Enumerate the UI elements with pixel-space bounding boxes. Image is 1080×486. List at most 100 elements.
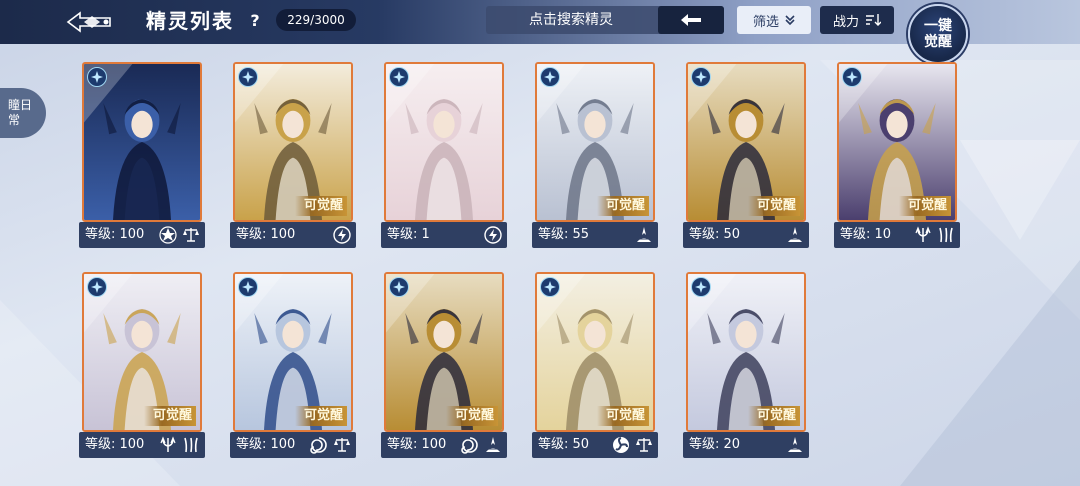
card-footer: 等级: 50 <box>683 222 809 248</box>
back-button[interactable] <box>64 6 114 38</box>
one-key-awaken-button[interactable]: 一键 觉醒 <box>908 4 968 64</box>
spirit-card[interactable]: 可觉醒 等级: 50 <box>683 62 809 248</box>
spirit-card[interactable]: 可觉醒等级: 100 <box>230 62 356 248</box>
left-arrow-icon <box>681 14 701 26</box>
trident-icon <box>915 226 931 242</box>
awaken-available-tag: 可觉醒 <box>748 406 800 426</box>
element-badge-icon <box>691 67 711 87</box>
lightning-icon <box>333 226 351 244</box>
spirit-card[interactable]: 可觉醒等级: 100 <box>230 272 356 458</box>
scales-icon <box>334 438 350 452</box>
search-bar[interactable]: 点击搜索精灵 <box>486 6 724 34</box>
filter-button[interactable]: 筛选 <box>737 6 811 34</box>
element-badge-icon <box>540 67 560 87</box>
spirit-card[interactable]: 可觉醒 等级: 20 <box>683 272 809 458</box>
light-spire-icon <box>486 437 500 452</box>
spirit-portrait: 可觉醒 <box>233 62 353 222</box>
level-label: 等级: 55 <box>538 227 590 242</box>
back-arrow-icon <box>66 11 111 33</box>
awaken-available-tag: 可觉醒 <box>295 196 347 216</box>
card-footer: 等级: 20 <box>683 432 809 458</box>
card-footer: 等级: 100 <box>381 432 507 458</box>
card-footer: 等级: 1 <box>381 222 507 248</box>
filter-label: 筛选 <box>752 14 779 30</box>
spirit-portrait: 可觉醒 <box>686 62 806 222</box>
element-badge-icon <box>87 277 107 297</box>
level-label: 等级: 50 <box>538 437 590 452</box>
card-footer: 等级: 100 <box>79 222 205 248</box>
card-footer: 等级: 10 <box>834 222 960 248</box>
scales-icon <box>636 438 652 452</box>
element-badge-icon <box>87 67 107 87</box>
spirit-card[interactable]: 等级: 100 <box>79 62 205 248</box>
element-badge-icon <box>389 277 409 297</box>
awaken-available-tag: 可觉醒 <box>446 406 498 426</box>
spirit-card[interactable]: 可觉醒等级: 100 <box>79 272 205 458</box>
spirit-card[interactable]: 可觉醒等级: 100 <box>381 272 507 458</box>
sort-power-button[interactable]: 战力 <box>820 6 894 34</box>
trident-icon <box>160 436 176 452</box>
spiral-icon <box>310 437 327 454</box>
side-tab-line2: 常 <box>8 113 21 127</box>
level-label: 等级: 50 <box>689 227 741 242</box>
spirit-portrait: 可觉醒 <box>233 272 353 432</box>
element-badge-icon <box>238 277 258 297</box>
awaken-all-line2: 觉醒 <box>924 34 952 50</box>
level-label: 等级: 20 <box>689 437 741 452</box>
element-badge-icon <box>842 67 862 87</box>
triskele-icon <box>613 437 629 453</box>
search-input[interactable]: 点击搜索精灵 <box>486 6 656 34</box>
level-label: 等级: 1 <box>387 227 430 242</box>
light-spire-icon <box>788 227 802 242</box>
lightning-icon <box>484 226 502 244</box>
element-badge-icon <box>540 277 560 297</box>
spirit-card[interactable]: 等级: 1 <box>381 62 507 248</box>
level-label: 等级: 100 <box>236 437 296 452</box>
side-tab-line1: 瞳日 <box>8 98 33 112</box>
element-badge-icon <box>238 67 258 87</box>
awaken-available-tag: 可觉醒 <box>899 196 951 216</box>
element-badge-icon <box>389 67 409 87</box>
card-footer: 等级: 55 <box>532 222 658 248</box>
card-footer: 等级: 100 <box>230 222 356 248</box>
element-badge-icon <box>691 277 711 297</box>
level-label: 等级: 10 <box>840 227 892 242</box>
spirit-portrait: 可觉醒 <box>686 272 806 432</box>
sort-label: 战力 <box>832 14 859 30</box>
light-spire-icon <box>637 227 651 242</box>
claw-icon <box>184 437 198 453</box>
awaken-available-tag: 可觉醒 <box>748 196 800 216</box>
spirit-portrait: 可觉醒 <box>384 272 504 432</box>
star-emblem-icon <box>159 226 177 244</box>
card-footer: 等级: 50 <box>532 432 658 458</box>
card-footer: 等级: 100 <box>230 432 356 458</box>
spirit-card[interactable]: 可觉醒 等级: 10 <box>834 62 960 248</box>
spirit-portrait: 可觉醒 <box>837 62 957 222</box>
spirit-portrait: 可觉醒 <box>82 272 202 432</box>
card-footer: 等级: 100 <box>79 432 205 458</box>
spirit-portrait: 可觉醒 <box>535 272 655 432</box>
awaken-available-tag: 可觉醒 <box>597 406 649 426</box>
scales-icon <box>183 228 199 242</box>
spiral-icon <box>461 437 478 454</box>
spirit-card[interactable]: 可觉醒 等级: 50 <box>532 272 658 458</box>
level-label: 等级: 100 <box>85 227 145 242</box>
awaken-all-line1: 一键 <box>924 18 952 34</box>
spirit-card[interactable]: 可觉醒 等级: 55 <box>532 62 658 248</box>
level-label: 等级: 100 <box>85 437 145 452</box>
spirit-portrait: 可觉醒 <box>535 62 655 222</box>
spirit-portrait <box>384 62 504 222</box>
help-button[interactable]: ? <box>246 10 264 32</box>
page-title: 精灵列表 <box>146 9 234 33</box>
awaken-available-tag: 可觉醒 <box>144 406 196 426</box>
search-clear-button[interactable] <box>658 6 724 34</box>
spirit-count: 229/3000 <box>276 9 356 31</box>
side-tab[interactable]: 瞳日 常 <box>0 88 46 138</box>
sort-icon <box>866 14 881 26</box>
chevron-down-icon <box>785 15 795 26</box>
spirit-portrait <box>82 62 202 222</box>
awaken-available-tag: 可觉醒 <box>597 196 649 216</box>
claw-icon <box>939 227 953 243</box>
level-label: 等级: 100 <box>387 437 447 452</box>
awaken-available-tag: 可觉醒 <box>295 406 347 426</box>
